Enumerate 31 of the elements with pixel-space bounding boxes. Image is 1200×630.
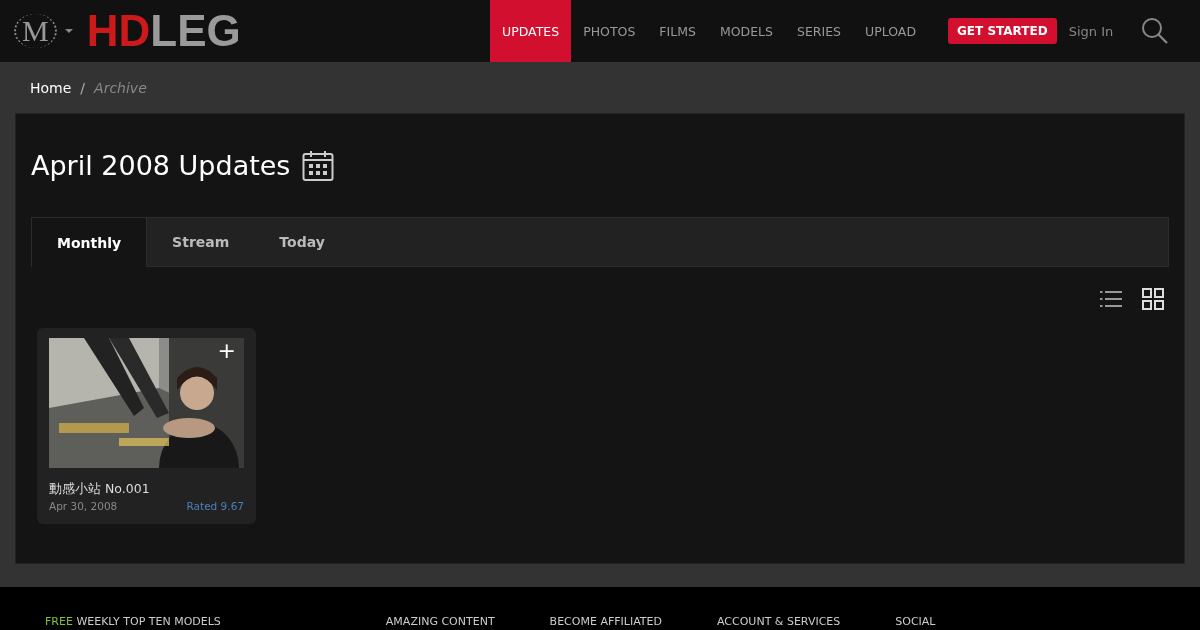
sign-in-link[interactable]: Sign In — [1068, 23, 1114, 39]
nav-link[interactable]: MODELS — [707, 0, 785, 62]
nav-link[interactable]: UPDATES — [490, 0, 572, 62]
footer-heading: BECOME AFFILIATED — [549, 615, 662, 630]
tab[interactable]: Monthly — [32, 218, 148, 267]
nav-link[interactable]: SERIES — [784, 0, 853, 62]
laurel-logo[interactable]: M — [14, 14, 57, 48]
caret-icon[interactable] — [64, 29, 73, 33]
calendar-icon[interactable] — [302, 149, 335, 182]
search-icon[interactable] — [1141, 17, 1170, 45]
card-date: Apr 30, 2008 — [49, 500, 118, 512]
breadcrumb-separator: / — [80, 79, 86, 96]
get-started-button[interactable]: GET STARTED — [948, 18, 1057, 44]
nav-link[interactable]: PHOTOS — [571, 0, 648, 62]
card-title[interactable]: 動感小站 No.001 — [49, 481, 244, 498]
logo-text[interactable]: LEG — [150, 6, 241, 55]
tab[interactable]: Stream — [147, 218, 255, 266]
nav-link[interactable]: FILMS — [647, 0, 708, 62]
card-rating: Rated 9.67 — [186, 500, 244, 512]
add-button[interactable]: + — [217, 338, 236, 364]
footer-heading: FREE WEEKLY TOP TEN MODELS — [45, 615, 221, 630]
breadcrumb-current: Archive — [94, 79, 147, 96]
page-title: April 2008 Updates — [31, 150, 291, 181]
breadcrumb-link[interactable]: Home — [30, 79, 72, 96]
tab[interactable]: Today — [254, 218, 350, 266]
footer-heading: SOCIAL — [895, 615, 936, 630]
footer-heading: AMAZING CONTENT — [385, 615, 495, 630]
grid-view-icon[interactable] — [1141, 287, 1165, 311]
footer-heading: ACCOUNT & SERVICES — [717, 615, 841, 630]
update-card[interactable]: + 動感小站 No.001 Apr 30, 2008 Rated 9.67 — [37, 328, 256, 524]
nav-link[interactable]: UPLOAD — [853, 0, 928, 62]
